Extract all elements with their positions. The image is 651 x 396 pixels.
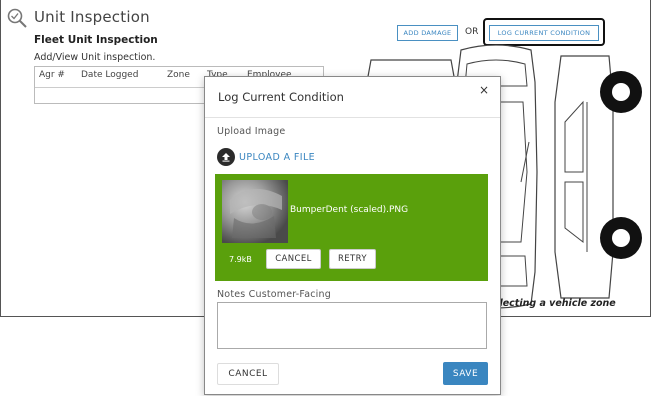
file-size: 7.9kB: [229, 255, 252, 264]
upload-icon: [217, 148, 235, 166]
save-button[interactable]: SAVE: [443, 362, 488, 385]
or-separator: OR: [465, 27, 479, 37]
page-title: Unit Inspection: [34, 8, 150, 26]
upload-file-label: UPLOAD A FILE: [239, 151, 316, 163]
modal-title: Log Current Condition: [218, 90, 344, 104]
column-header-zone[interactable]: Zone: [167, 70, 190, 80]
file-thumbnail: [222, 180, 288, 243]
upload-image-label: Upload Image: [217, 126, 286, 137]
column-header-agr[interactable]: Agr #: [39, 70, 65, 80]
section-title: Fleet Unit Inspection: [34, 34, 158, 46]
upload-file-button[interactable]: UPLOAD A FILE: [217, 148, 315, 166]
notes-label: Notes Customer-Facing: [217, 289, 331, 300]
log-condition-modal: Log Current Condition × Upload Image UPL…: [204, 76, 501, 395]
column-header-date-logged[interactable]: Date Logged: [81, 70, 138, 80]
zone-hint-text: electing a vehicle zone: [493, 298, 616, 309]
notes-field[interactable]: [217, 302, 487, 349]
file-name: BumperDent (scaled).PNG: [290, 205, 409, 215]
file-retry-button[interactable]: RETRY: [329, 249, 376, 269]
file-cancel-button[interactable]: CANCEL: [266, 249, 321, 269]
close-icon[interactable]: ×: [479, 83, 489, 97]
section-description: Add/View Unit inspection.: [34, 52, 156, 63]
modal-divider: [205, 117, 500, 118]
uploaded-file-card: BumperDent (scaled).PNG 7.9kB CANCEL RET…: [215, 174, 488, 281]
add-damage-button[interactable]: ADD DAMAGE: [397, 25, 458, 41]
magnifier-icon: [7, 8, 27, 28]
cancel-button[interactable]: CANCEL: [217, 363, 279, 385]
